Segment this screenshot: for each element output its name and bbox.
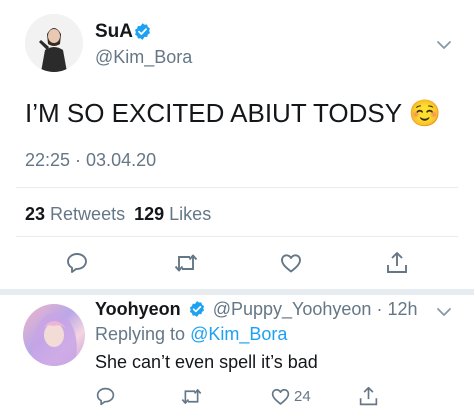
retweet-icon[interactable]	[180, 386, 203, 407]
tweet-text: I’M SO EXCITED ABIUT TODSY ☺️	[25, 98, 442, 128]
tweet-stats: 23 Retweets 129 Likes	[25, 204, 211, 225]
divider	[16, 236, 458, 237]
reply-time[interactable]: · 12h	[376, 299, 417, 319]
tweet-timestamp[interactable]: 22:25 · 03.04.20	[25, 150, 156, 171]
section-divider	[0, 289, 474, 295]
user-handle[interactable]: @Kim_Bora	[95, 47, 192, 68]
replying-to: Replying to @Kim_Bora	[95, 324, 287, 345]
divider	[16, 187, 458, 188]
reply-like-count[interactable]: 24	[294, 388, 311, 405]
like-icon[interactable]	[270, 386, 291, 407]
avatar[interactable]	[25, 14, 83, 72]
reply-display-name[interactable]: Yoohyeon	[95, 299, 181, 319]
likes-label[interactable]: Likes	[169, 204, 211, 224]
reply-avatar[interactable]	[23, 304, 85, 366]
verified-badge-icon	[135, 23, 150, 40]
display-name[interactable]: SuA	[95, 21, 133, 43]
reply-handle[interactable]: @Puppy_Yoohyeon	[213, 299, 372, 319]
replying-to-label: Replying to	[95, 324, 186, 344]
avatar-image	[25, 14, 83, 72]
likes-count[interactable]: 129	[134, 204, 164, 224]
chevron-down-icon[interactable]	[436, 304, 452, 320]
verified-badge-icon	[189, 301, 204, 317]
reply-avatar-image	[32, 313, 77, 366]
reply-icon[interactable]	[65, 251, 89, 275]
share-icon[interactable]	[385, 250, 409, 276]
reply-header: Yoohyeon @Puppy_Yoohyeon · 12h	[95, 299, 418, 320]
retweets-label[interactable]: Retweets	[50, 204, 125, 224]
retweets-count[interactable]: 23	[25, 204, 45, 224]
like-icon[interactable]	[279, 251, 303, 275]
replying-to-handle[interactable]: @Kim_Bora	[190, 324, 287, 344]
retweet-icon[interactable]	[173, 251, 199, 275]
chevron-down-icon[interactable]	[436, 37, 452, 53]
reply-text: She can’t even spell it’s bad	[95, 352, 318, 372]
share-icon[interactable]	[358, 385, 379, 408]
reply-icon[interactable]	[95, 386, 116, 407]
